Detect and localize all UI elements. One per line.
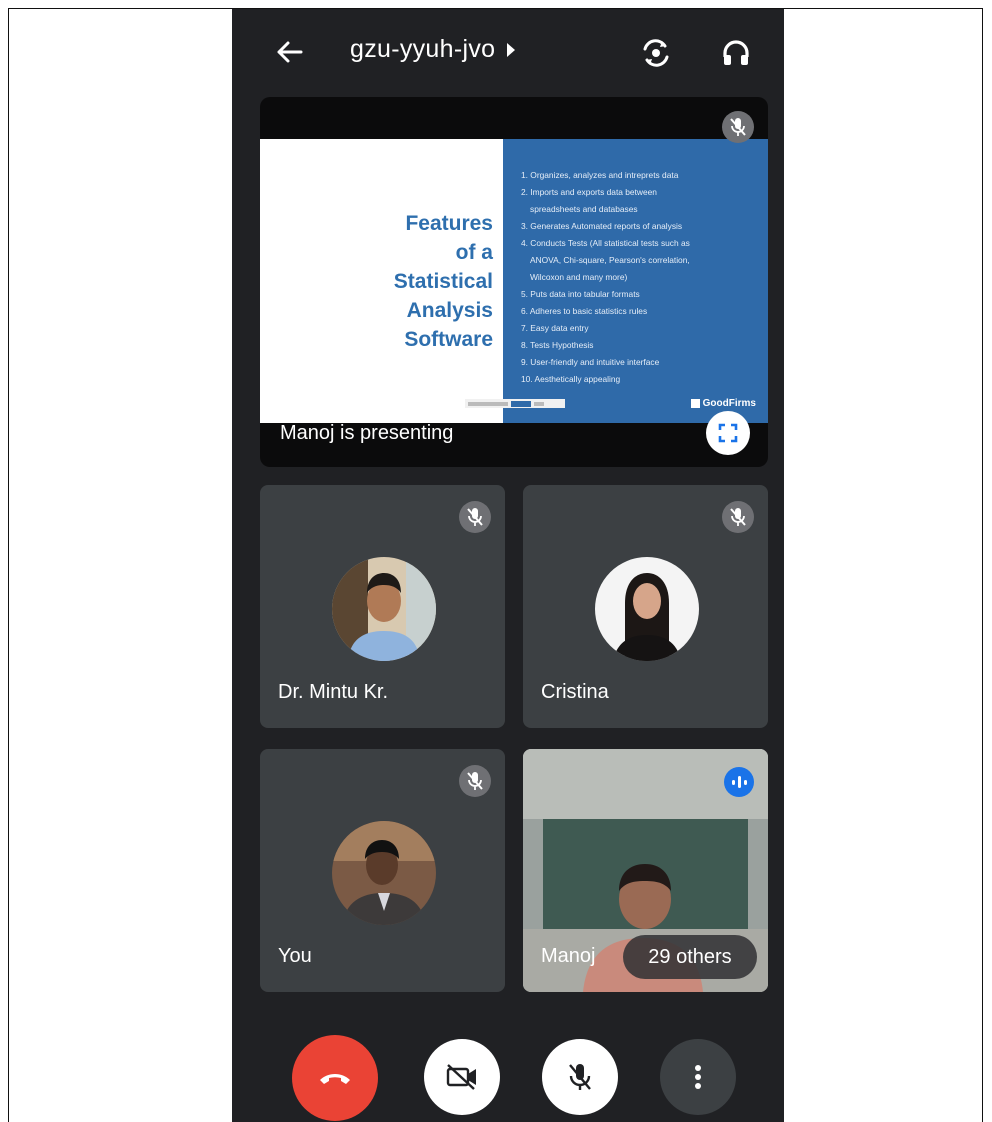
list-item: 5. Puts data into tabular formats bbox=[521, 289, 640, 299]
mic-off-icon bbox=[467, 772, 483, 790]
switch-camera-icon bbox=[643, 39, 669, 67]
top-bar: gzu-yyuh-jvo bbox=[232, 9, 784, 93]
participant-tile-you[interactable]: You bbox=[260, 749, 505, 992]
presentation-tile[interactable]: Features of a Statistical Analysis Softw… bbox=[260, 97, 768, 467]
avatar-photo bbox=[332, 557, 436, 661]
fullscreen-icon bbox=[718, 423, 738, 443]
avatar bbox=[595, 557, 699, 661]
headphones-icon bbox=[723, 40, 749, 65]
list-item: 8. Tests Hypothesis bbox=[521, 340, 594, 350]
list-item: 1. Organizes, analyzes and intreprets da… bbox=[521, 170, 679, 180]
avatar bbox=[332, 821, 436, 925]
participant-name: Dr. Mintu Kr. bbox=[278, 681, 389, 703]
list-item: 6. Adheres to basic statistics rules bbox=[521, 306, 648, 316]
chevron-right-icon bbox=[507, 42, 516, 57]
more-vertical-icon bbox=[695, 1065, 701, 1089]
participant-name: Manoj bbox=[541, 945, 596, 967]
participant-tile-manoj[interactable]: Manoj 29 others bbox=[523, 749, 768, 992]
list-item: 4. Conducts Tests (All statistical tests… bbox=[521, 238, 690, 248]
end-call-button[interactable] bbox=[292, 1035, 378, 1121]
list-item: 9. User-friendly and intuitive interface bbox=[521, 357, 660, 367]
back-button[interactable] bbox=[272, 35, 306, 69]
list-item: 2. Imports and exports data between bbox=[521, 187, 657, 197]
list-item: 10. Aesthetically appealing bbox=[521, 374, 621, 384]
participant-name: You bbox=[278, 945, 312, 967]
muted-badge bbox=[459, 501, 491, 533]
mic-off-icon bbox=[730, 118, 746, 136]
brand-logo-icon bbox=[690, 399, 700, 408]
presenter-muted-badge bbox=[722, 111, 754, 143]
muted-badge bbox=[459, 765, 491, 797]
muted-badge bbox=[722, 501, 754, 533]
arrow-left-icon bbox=[277, 41, 303, 63]
mic-off-icon bbox=[467, 508, 483, 526]
mic-off-icon bbox=[569, 1064, 591, 1090]
more-options-button[interactable] bbox=[660, 1039, 736, 1115]
shared-slide: Features of a Statistical Analysis Softw… bbox=[260, 139, 768, 423]
meet-app-screen: gzu-yyuh-jvo Features of a Statistical A… bbox=[232, 9, 784, 1122]
others-count-button[interactable]: 29 others bbox=[623, 935, 757, 979]
meeting-code: gzu-yyuh-jvo bbox=[350, 35, 496, 63]
avatar-photo bbox=[332, 821, 436, 925]
avatar-photo bbox=[595, 557, 699, 661]
slide-footer-strip bbox=[465, 399, 565, 408]
speaking-indicator bbox=[724, 767, 754, 797]
audio-output-button[interactable] bbox=[716, 33, 756, 73]
toggle-camera-button[interactable] bbox=[424, 1039, 500, 1115]
slide-title: Features of a Statistical Analysis Softw… bbox=[393, 212, 493, 351]
participant-name: Cristina bbox=[541, 681, 609, 703]
presenting-label: Manoj is presenting bbox=[280, 422, 454, 444]
audio-level-icon bbox=[731, 779, 735, 785]
list-item: 7. Easy data entry bbox=[521, 323, 589, 333]
participant-tile-cristina[interactable]: Cristina bbox=[523, 485, 768, 728]
switch-camera-button[interactable] bbox=[636, 33, 676, 73]
fullscreen-button[interactable] bbox=[706, 411, 750, 455]
camera-off-icon bbox=[446, 1064, 476, 1090]
call-controls bbox=[232, 1033, 784, 1121]
slide-brand-logo: GoodFirms bbox=[690, 398, 756, 409]
phone-hangup-icon bbox=[320, 1074, 350, 1084]
list-item: Wilcoxon and many more) bbox=[530, 272, 628, 282]
list-item: spreadsheets and databases bbox=[530, 204, 638, 214]
participant-tile-mintu[interactable]: Dr. Mintu Kr. bbox=[260, 485, 505, 728]
slide-feature-list: 1. Organizes, analyzes and intreprets da… bbox=[521, 167, 765, 388]
avatar bbox=[332, 557, 436, 661]
list-item: 3. Generates Automated reports of analys… bbox=[521, 221, 683, 231]
toggle-mic-button[interactable] bbox=[542, 1039, 618, 1115]
meeting-info-button[interactable]: gzu-yyuh-jvo bbox=[350, 35, 516, 64]
list-item: ANOVA, Chi-square, Pearson's correlation… bbox=[530, 255, 690, 265]
mic-off-icon bbox=[730, 508, 746, 526]
slide-title-panel: Features of a Statistical Analysis Softw… bbox=[260, 139, 503, 423]
slide-list-panel: 1. Organizes, analyzes and intreprets da… bbox=[503, 139, 768, 423]
